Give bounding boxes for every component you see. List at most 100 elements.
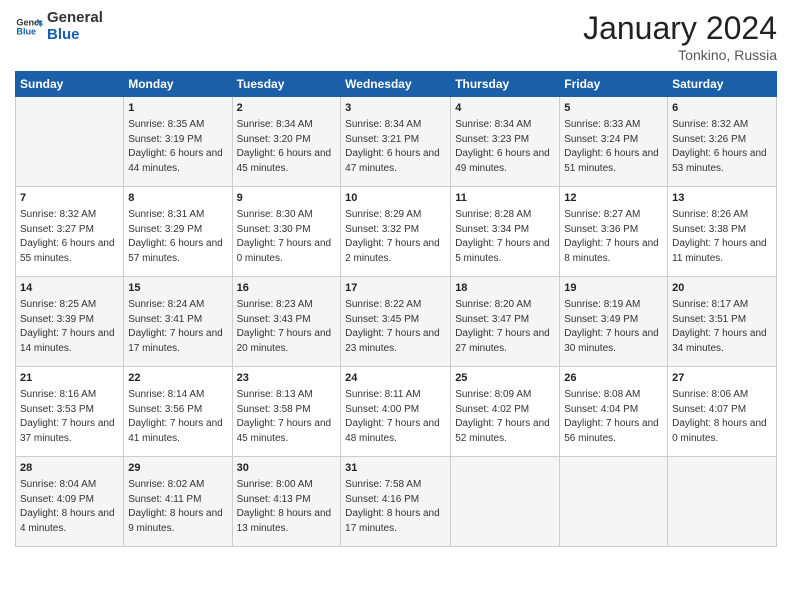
- calendar-cell: 26 Sunrise: 8:08 AM Sunset: 4:04 PM Dayli…: [560, 367, 668, 457]
- day-number: 9: [237, 191, 337, 206]
- day-number: 19: [564, 281, 663, 296]
- day-detail: Sunrise: 8:11 AM Sunset: 4:00 PM Dayligh…: [345, 388, 446, 446]
- day-number: 30: [237, 461, 337, 476]
- day-detail: Sunrise: 8:26 AM Sunset: 3:38 PM Dayligh…: [672, 208, 772, 266]
- day-number: 25: [455, 371, 555, 386]
- day-detail: Sunrise: 8:20 AM Sunset: 3:47 PM Dayligh…: [455, 298, 555, 356]
- day-number: 11: [455, 191, 555, 206]
- week-row-2: 7 Sunrise: 8:32 AM Sunset: 3:27 PM Daylig…: [16, 187, 777, 277]
- calendar-cell: 12 Sunrise: 8:27 AM Sunset: 3:36 PM Dayli…: [560, 187, 668, 277]
- day-detail: Sunrise: 8:14 AM Sunset: 3:56 PM Dayligh…: [128, 388, 227, 446]
- calendar-cell: 29Sunrise: 8:02 AM Sunset: 4:11 PM Dayli…: [124, 457, 232, 547]
- day-number: 4: [455, 101, 555, 116]
- calendar-cell: 3 Sunrise: 8:34 AM Sunset: 3:21 PM Daylig…: [341, 97, 451, 187]
- day-detail: Sunrise: 8:00 AM Sunset: 4:13 PM Dayligh…: [237, 478, 337, 536]
- day-detail: Sunrise: 8:32 AM Sunset: 3:27 PM Dayligh…: [20, 208, 119, 266]
- day-detail: Sunrise: 8:22 AM Sunset: 3:45 PM Dayligh…: [345, 298, 446, 356]
- calendar-cell: [451, 457, 560, 547]
- weekday-header-row: SundayMondayTuesdayWednesdayThursdayFrid…: [16, 72, 777, 97]
- calendar-cell: 11 Sunrise: 8:28 AM Sunset: 3:34 PM Dayli…: [451, 187, 560, 277]
- day-detail: Sunrise: 8:17 AM Sunset: 3:51 PM Dayligh…: [672, 298, 772, 356]
- day-detail: Sunrise: 8:34 AM Sunset: 3:23 PM Dayligh…: [455, 118, 555, 176]
- day-number: 27: [672, 371, 772, 386]
- calendar-table: SundayMondayTuesdayWednesdayThursdayFrid…: [15, 71, 777, 547]
- calendar-cell: 2 Sunrise: 8:34 AM Sunset: 3:20 PM Daylig…: [232, 97, 341, 187]
- day-detail: Sunrise: 8:29 AM Sunset: 3:32 PM Dayligh…: [345, 208, 446, 266]
- header: General Blue General Blue January 2024 T…: [15, 10, 777, 63]
- day-detail: Sunrise: 8:08 AM Sunset: 4:04 PM Dayligh…: [564, 388, 663, 446]
- logo-general: General: [47, 10, 103, 27]
- weekday-header-sunday: Sunday: [16, 72, 124, 97]
- day-number: 29: [128, 461, 227, 476]
- day-detail: Sunrise: 8:28 AM Sunset: 3:34 PM Dayligh…: [455, 208, 555, 266]
- day-number: 1: [128, 101, 227, 116]
- calendar-cell: 22Sunrise: 8:14 AM Sunset: 3:56 PM Dayli…: [124, 367, 232, 457]
- logo: General Blue General Blue: [15, 10, 103, 43]
- day-detail: Sunrise: 8:32 AM Sunset: 3:26 PM Dayligh…: [672, 118, 772, 176]
- day-detail: Sunrise: 8:16 AM Sunset: 3:53 PM Dayligh…: [20, 388, 119, 446]
- calendar-cell: [560, 457, 668, 547]
- day-detail: Sunrise: 8:34 AM Sunset: 3:21 PM Dayligh…: [345, 118, 446, 176]
- weekday-header-thursday: Thursday: [451, 72, 560, 97]
- calendar-cell: 16 Sunrise: 8:23 AM Sunset: 3:43 PM Dayli…: [232, 277, 341, 367]
- week-row-1: 1 Sunrise: 8:35 AM Sunset: 3:19 PM Daylig…: [16, 97, 777, 187]
- calendar-cell: 14Sunrise: 8:25 AM Sunset: 3:39 PM Dayli…: [16, 277, 124, 367]
- day-number: 28: [20, 461, 119, 476]
- day-detail: Sunrise: 7:58 AM Sunset: 4:16 PM Dayligh…: [345, 478, 446, 536]
- calendar-cell: 17Sunrise: 8:22 AM Sunset: 3:45 PM Dayli…: [341, 277, 451, 367]
- day-number: 13: [672, 191, 772, 206]
- calendar-cell: 8 Sunrise: 8:31 AM Sunset: 3:29 PM Daylig…: [124, 187, 232, 277]
- day-detail: Sunrise: 8:33 AM Sunset: 3:24 PM Dayligh…: [564, 118, 663, 176]
- day-detail: Sunrise: 8:31 AM Sunset: 3:29 PM Dayligh…: [128, 208, 227, 266]
- day-detail: Sunrise: 8:25 AM Sunset: 3:39 PM Dayligh…: [20, 298, 119, 356]
- weekday-header-friday: Friday: [560, 72, 668, 97]
- calendar-cell: 30 Sunrise: 8:00 AM Sunset: 4:13 PM Dayli…: [232, 457, 341, 547]
- calendar-cell: [16, 97, 124, 187]
- week-row-3: 14Sunrise: 8:25 AM Sunset: 3:39 PM Dayli…: [16, 277, 777, 367]
- weekday-header-tuesday: Tuesday: [232, 72, 341, 97]
- day-number: 23: [237, 371, 337, 386]
- calendar-cell: 18Sunrise: 8:20 AM Sunset: 3:47 PM Dayli…: [451, 277, 560, 367]
- calendar-cell: 19 Sunrise: 8:19 AM Sunset: 3:49 PM Dayli…: [560, 277, 668, 367]
- day-number: 26: [564, 371, 663, 386]
- day-detail: Sunrise: 8:19 AM Sunset: 3:49 PM Dayligh…: [564, 298, 663, 356]
- svg-text:Blue: Blue: [16, 26, 36, 36]
- day-detail: Sunrise: 8:27 AM Sunset: 3:36 PM Dayligh…: [564, 208, 663, 266]
- day-number: 2: [237, 101, 337, 116]
- day-detail: Sunrise: 8:23 AM Sunset: 3:43 PM Dayligh…: [237, 298, 337, 356]
- calendar-cell: 28 Sunrise: 8:04 AM Sunset: 4:09 PM Dayli…: [16, 457, 124, 547]
- day-detail: Sunrise: 8:04 AM Sunset: 4:09 PM Dayligh…: [20, 478, 119, 536]
- calendar-cell: 5 Sunrise: 8:33 AM Sunset: 3:24 PM Daylig…: [560, 97, 668, 187]
- day-number: 10: [345, 191, 446, 206]
- day-number: 3: [345, 101, 446, 116]
- calendar-cell: 25 Sunrise: 8:09 AM Sunset: 4:02 PM Dayli…: [451, 367, 560, 457]
- day-number: 7: [20, 191, 119, 206]
- weekday-header-wednesday: Wednesday: [341, 72, 451, 97]
- calendar-cell: 4 Sunrise: 8:34 AM Sunset: 3:23 PM Daylig…: [451, 97, 560, 187]
- day-number: 16: [237, 281, 337, 296]
- day-number: 12: [564, 191, 663, 206]
- calendar-cell: 1 Sunrise: 8:35 AM Sunset: 3:19 PM Daylig…: [124, 97, 232, 187]
- day-number: 21: [20, 371, 119, 386]
- day-detail: Sunrise: 8:34 AM Sunset: 3:20 PM Dayligh…: [237, 118, 337, 176]
- calendar-cell: 10 Sunrise: 8:29 AM Sunset: 3:32 PM Dayli…: [341, 187, 451, 277]
- calendar-cell: 23Sunrise: 8:13 AM Sunset: 3:58 PM Dayli…: [232, 367, 341, 457]
- week-row-4: 21 Sunrise: 8:16 AM Sunset: 3:53 PM Dayli…: [16, 367, 777, 457]
- calendar-cell: 6Sunrise: 8:32 AM Sunset: 3:26 PM Daylig…: [668, 97, 777, 187]
- location: Tonkino, Russia: [583, 47, 777, 63]
- day-detail: Sunrise: 8:30 AM Sunset: 3:30 PM Dayligh…: [237, 208, 337, 266]
- day-number: 5: [564, 101, 663, 116]
- weekday-header-saturday: Saturday: [668, 72, 777, 97]
- day-detail: Sunrise: 8:35 AM Sunset: 3:19 PM Dayligh…: [128, 118, 227, 176]
- calendar-cell: 15Sunrise: 8:24 AM Sunset: 3:41 PM Dayli…: [124, 277, 232, 367]
- calendar-cell: 9 Sunrise: 8:30 AM Sunset: 3:30 PM Daylig…: [232, 187, 341, 277]
- day-detail: Sunrise: 8:06 AM Sunset: 4:07 PM Dayligh…: [672, 388, 772, 446]
- week-row-5: 28 Sunrise: 8:04 AM Sunset: 4:09 PM Dayli…: [16, 457, 777, 547]
- day-number: 20: [672, 281, 772, 296]
- day-number: 8: [128, 191, 227, 206]
- day-detail: Sunrise: 8:09 AM Sunset: 4:02 PM Dayligh…: [455, 388, 555, 446]
- logo-blue: Blue: [47, 27, 103, 44]
- month-title: January 2024: [583, 10, 777, 47]
- calendar-cell: 20 Sunrise: 8:17 AM Sunset: 3:51 PM Dayli…: [668, 277, 777, 367]
- logo-icon: General Blue: [15, 13, 43, 41]
